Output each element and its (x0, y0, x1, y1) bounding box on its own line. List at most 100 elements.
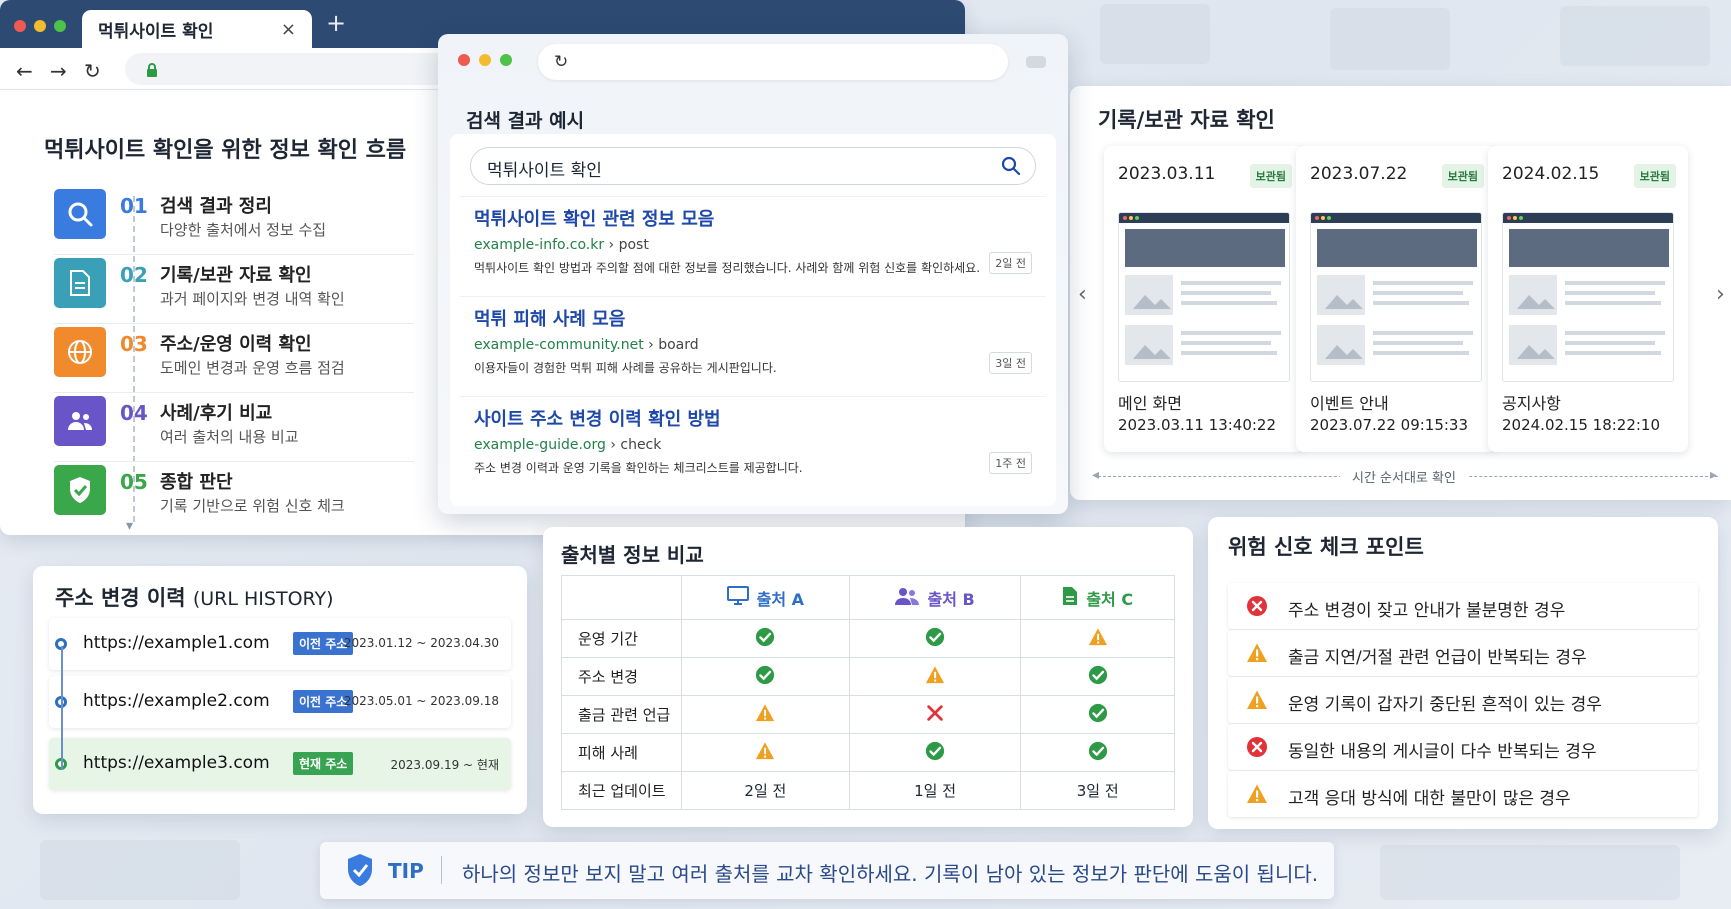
compare-cell (681, 695, 850, 734)
compare-cell (1020, 733, 1175, 772)
compare-cell (848, 695, 1022, 734)
url-history-row[interactable]: https://example1.com 이전 주소 2023.01.12 ~ … (49, 618, 511, 670)
minimize-window-button[interactable] (479, 54, 491, 66)
flow-step-title: 종합 판단 (160, 472, 233, 493)
risk-item: 동일한 내용의 게시글이 다수 반복되는 경우 (1228, 724, 1698, 770)
compare-cell (681, 657, 850, 696)
warning-icon (1246, 642, 1268, 668)
search-results-panel: 먹튀사이트 확인 먹튀사이트 확인 관련 정보 모음 example-info.… (450, 134, 1056, 506)
search-result-title[interactable]: 먹튀사이트 확인 관련 정보 모음 (474, 205, 1032, 231)
check-circle-icon (1088, 665, 1108, 689)
flow-step: 01 검색 결과 정리 다양한 출처에서 정보 수집 (54, 186, 414, 255)
archived-badge: 보관됨 (1441, 164, 1484, 188)
compare-column-a: 출처 A (681, 575, 850, 620)
flow-step-title: 주소/운영 이력 확인 (160, 334, 312, 355)
lock-icon (146, 62, 158, 81)
url-text[interactable]: https://example3.com (83, 753, 270, 773)
url-input[interactable]: ↻ (538, 44, 1008, 80)
url-text[interactable]: https://example2.com (83, 691, 270, 711)
tip-label: TIP (388, 859, 424, 883)
archive-snapshot-card[interactable]: 2023.03.11 보관됨 메인 화면 2023.03.11 13:40:22 (1104, 146, 1304, 452)
risk-item-text: 주소 변경이 잦고 안내가 불분명한 경우 (1288, 601, 1566, 621)
url-date-range: 2023.01.12 ~ 2023.04.30 (343, 636, 499, 650)
background-decoration (1560, 6, 1710, 66)
compare-cell (1020, 695, 1175, 734)
search-result[interactable]: 먹튀 피해 사례 모음 example-community.net › boar… (460, 296, 1046, 392)
search-heading: 검색 결과 예시 (466, 110, 585, 132)
url-history-row[interactable]: https://example2.com 이전 주소 2023.05.01 ~ … (49, 676, 511, 728)
minimize-window-button[interactable] (34, 20, 46, 32)
reload-icon[interactable]: ↻ (84, 59, 101, 83)
close-window-button[interactable] (458, 54, 470, 66)
tab-active[interactable]: 먹튀사이트 확인 × (82, 10, 312, 48)
risk-item-text: 운영 기록이 갑자기 중단된 흔적이 있는 경우 (1288, 695, 1602, 715)
search-result[interactable]: 사이트 주소 변경 이력 확인 방법 example-guide.org › c… (460, 396, 1046, 492)
chevron-right-icon[interactable]: › (1716, 282, 1725, 307)
window-controls (14, 20, 66, 32)
search-result-desc: 먹튀사이트 확인 방법과 주의할 점에 대한 정보를 정리했습니다. 사례와 함… (474, 261, 981, 275)
warning-icon (1246, 689, 1268, 715)
url-text[interactable]: https://example1.com (83, 633, 270, 653)
maximize-window-button[interactable] (54, 20, 66, 32)
url-history-title-ko: 주소 변경 이력 (55, 586, 186, 610)
url-history-row[interactable]: https://example3.com 현재 주소 2023.09.19 ~ … (49, 738, 511, 790)
extension-icon[interactable] (1026, 56, 1046, 68)
compare-cell: 3일 전 (1020, 771, 1175, 810)
search-result-age: 2일 전 (989, 252, 1032, 274)
risk-item-text: 동일한 내용의 게시글이 다수 반복되는 경우 (1288, 742, 1597, 762)
tab-close-icon[interactable]: × (281, 19, 296, 40)
chevron-left-icon[interactable]: ‹ (1078, 282, 1087, 307)
compare-cell (681, 733, 850, 772)
flow-step-number: 01 (120, 194, 148, 218)
flow-step: 05 종합 판단 기록 기반으로 위험 신호 체크 (54, 462, 414, 531)
search-result-url: example-guide.org › check (474, 437, 1032, 453)
warning-icon (1088, 627, 1108, 651)
tip-text: 하나의 정보만 보지 말고 여러 출처를 교차 확인하세요. 기록이 남아 있는… (462, 862, 1319, 886)
search-result-url: example-community.net › board (474, 337, 1032, 353)
archive-snapshot-card[interactable]: 2023.07.22 보관됨 이벤트 안내 2023.07.22 09:15:33 (1296, 146, 1496, 452)
reload-icon[interactable]: ↻ (554, 52, 568, 72)
flow-title: 먹튀사이트 확인을 위한 정보 확인 흐름 (44, 138, 407, 163)
compare-row-label: 최근 업데이트 (561, 771, 682, 810)
search-result-url: example-info.co.kr › post (474, 237, 1032, 253)
compare-cell (848, 619, 1022, 658)
snapshot-time: 2023.03.11 13:40:22 (1118, 416, 1277, 434)
flow-step-title: 사례/후기 비교 (160, 403, 273, 424)
snapshot-name: 이벤트 안내 (1310, 394, 1389, 413)
archive-snapshot-card[interactable]: 2024.02.15 보관됨 공지사항 2024.02.15 18:22:10 (1488, 146, 1688, 452)
flow-step-number: 02 (120, 263, 148, 287)
new-tab-button[interactable]: + (326, 9, 346, 37)
compare-column-label: 출처 A (756, 589, 805, 609)
search-icon (54, 189, 106, 239)
source-compare-panel: 출처별 정보 비교 출처 A 출처 B 출처 C 운영 기간 주소 변경 출금 관련… (543, 527, 1193, 827)
search-input[interactable]: 먹튀사이트 확인 (470, 147, 1036, 185)
flow-step-number: 04 (120, 401, 148, 425)
forward-icon[interactable]: → (50, 59, 67, 83)
search-result[interactable]: 먹튀사이트 확인 관련 정보 모음 example-info.co.kr › p… (460, 196, 1046, 292)
back-icon[interactable]: ← (16, 59, 33, 83)
url-history-panel: 주소 변경 이력 (URL HISTORY) https://example1.… (33, 566, 527, 814)
search-result-title[interactable]: 사이트 주소 변경 이력 확인 방법 (474, 405, 1032, 431)
flow-step-title: 검색 결과 정리 (160, 196, 272, 217)
globe-icon (54, 327, 106, 377)
risk-item: 출금 지연/거절 관련 언급이 반복되는 경우 (1228, 630, 1698, 676)
search-result-title[interactable]: 먹튀 피해 사례 모음 (474, 305, 1032, 331)
search-result-domain: example-guide.org (474, 437, 606, 453)
shield-check-icon (344, 852, 376, 892)
snapshot-thumbnail (1118, 212, 1290, 382)
users-icon (54, 396, 106, 446)
maximize-window-button[interactable] (500, 54, 512, 66)
x-mark-icon (925, 703, 945, 727)
compare-row-label: 운영 기간 (561, 619, 682, 658)
close-window-button[interactable] (14, 20, 26, 32)
users-icon (895, 586, 920, 610)
compare-cell: 2일 전 (681, 771, 850, 810)
flow-step-list: 01 검색 결과 정리 다양한 출처에서 정보 수집 02 기록/보관 자료 확… (54, 186, 414, 531)
url-history-title: 주소 변경 이력 (URL HISTORY) (55, 582, 334, 612)
arrow-right-icon: ▸ (1710, 467, 1718, 483)
compare-row-label: 피해 사례 (561, 733, 682, 772)
check-circle-icon (755, 665, 775, 689)
search-icon[interactable] (1001, 156, 1021, 181)
risk-title: 위험 신호 체크 포인트 (1228, 535, 1424, 559)
snapshot-name: 공지사항 (1502, 394, 1561, 413)
